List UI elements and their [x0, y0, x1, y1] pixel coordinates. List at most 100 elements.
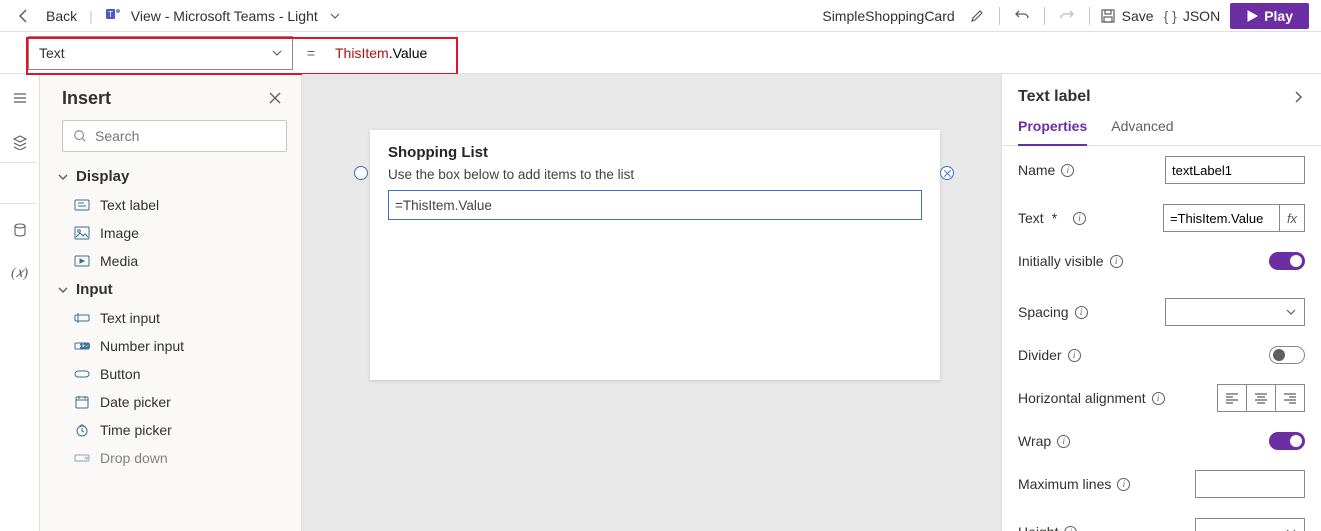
separator: [1089, 7, 1090, 25]
selection-move-handle[interactable]: [354, 166, 368, 180]
item-image[interactable]: Image: [40, 219, 301, 247]
redo-button[interactable]: [1055, 4, 1079, 28]
item-label: Image: [100, 225, 139, 241]
info-icon[interactable]: i: [1110, 255, 1123, 268]
save-label: Save: [1122, 8, 1154, 24]
label: Horizontal alignment: [1018, 390, 1146, 406]
text-input[interactable]: [1163, 204, 1279, 232]
equals-icon: =: [299, 45, 323, 61]
wrap-toggle[interactable]: [1269, 432, 1305, 450]
teams-icon: T: [105, 6, 121, 25]
height-select[interactable]: [1195, 518, 1305, 531]
rail-tree-button[interactable]: [8, 86, 32, 110]
properties-panel: Text label Properties Advanced Namei Tex…: [1001, 74, 1321, 531]
chevron-right-icon[interactable]: [1291, 90, 1305, 104]
info-icon[interactable]: i: [1152, 392, 1165, 405]
canvas[interactable]: Shopping List Use the box below to add i…: [302, 74, 1001, 531]
item-date-picker[interactable]: Date picker: [40, 388, 301, 416]
property-name: Text: [39, 45, 65, 61]
item-label: Drop down: [100, 450, 168, 466]
rail-insert-button[interactable]: [8, 174, 32, 198]
braces-icon: { }: [1164, 8, 1177, 24]
close-panel-button[interactable]: [263, 86, 287, 110]
selected-text-label[interactable]: =ThisItem.Value: [388, 190, 922, 220]
separator: [999, 7, 1000, 25]
tab-properties[interactable]: Properties: [1018, 118, 1087, 146]
formula-bar: Text = ThisItem.Value: [0, 32, 1321, 74]
view-dropdown[interactable]: View - Microsoft Teams - Light: [131, 8, 318, 24]
info-icon[interactable]: i: [1075, 306, 1088, 319]
card-subtitle-text: Use the box below to add items to the li…: [388, 167, 634, 182]
prop-divider-row: Divideri: [1002, 336, 1321, 374]
selection-delete-handle[interactable]: [940, 166, 954, 180]
label: Initially visible: [1018, 253, 1104, 269]
play-button[interactable]: Play: [1230, 3, 1309, 29]
rail-layers-button[interactable]: [8, 130, 32, 154]
item-number-input[interactable]: 123 Number input: [40, 332, 301, 360]
maxlines-input[interactable]: [1195, 470, 1305, 498]
group-input[interactable]: Input: [40, 275, 301, 304]
app-name: SimpleShoppingCard: [822, 8, 954, 24]
group-display[interactable]: Display: [40, 162, 301, 191]
align-left-button[interactable]: [1217, 384, 1247, 412]
search-field[interactable]: [95, 128, 276, 144]
divider-toggle[interactable]: [1269, 346, 1305, 364]
rail-data-button[interactable]: [8, 218, 32, 242]
dropdown-icon: [74, 450, 90, 466]
visible-toggle[interactable]: [1269, 252, 1305, 270]
align-right-button[interactable]: [1275, 384, 1305, 412]
formula-input[interactable]: ThisItem.Value: [329, 36, 467, 70]
button-icon: [74, 366, 90, 382]
fx-button[interactable]: fx: [1279, 204, 1305, 232]
json-button[interactable]: { } JSON: [1164, 8, 1221, 24]
align-center-button[interactable]: [1246, 384, 1276, 412]
required-star: *: [1052, 210, 1057, 226]
info-icon[interactable]: i: [1073, 212, 1086, 225]
search-input[interactable]: [62, 120, 287, 152]
prop-visible-row: Initially visible i: [1002, 242, 1321, 280]
rail-variables-button[interactable]: (𝑥): [8, 262, 32, 286]
name-input[interactable]: [1165, 156, 1305, 184]
item-label: Text input: [100, 310, 160, 326]
info-icon[interactable]: i: [1064, 526, 1077, 531]
item-media[interactable]: Media: [40, 247, 301, 275]
info-icon[interactable]: i: [1061, 164, 1074, 177]
group-label: Display: [76, 168, 129, 185]
item-text-label[interactable]: Text label: [40, 191, 301, 219]
text-input-icon: [74, 310, 90, 326]
clock-icon: [74, 422, 90, 438]
item-label: Text label: [100, 197, 159, 213]
prop-text-row: Text* i fx: [1002, 194, 1321, 242]
value-text: =ThisItem.Value: [395, 198, 492, 213]
item-label: Number input: [100, 338, 184, 354]
play-label: Play: [1264, 8, 1293, 24]
item-time-picker[interactable]: Time picker: [40, 416, 301, 444]
item-text-input[interactable]: Text input: [40, 304, 301, 332]
property-dropdown[interactable]: Text: [28, 36, 293, 70]
spacing-select[interactable]: [1165, 298, 1305, 326]
edit-name-button[interactable]: [965, 4, 989, 28]
prop-height-row: Height i: [1002, 508, 1321, 531]
insert-panel: Insert Display Text label Image Media In…: [40, 74, 302, 531]
formula-token-thisitem: ThisItem: [335, 45, 389, 61]
save-button[interactable]: Save: [1100, 8, 1154, 24]
undo-button[interactable]: [1010, 4, 1034, 28]
search-icon: [73, 129, 87, 143]
formula-token-value: .Value: [389, 45, 428, 61]
back-button[interactable]: [12, 4, 36, 28]
shopping-card[interactable]: Shopping List Use the box below to add i…: [370, 130, 940, 380]
prop-name-row: Namei: [1002, 146, 1321, 194]
info-icon[interactable]: i: [1057, 435, 1070, 448]
item-button[interactable]: Button: [40, 360, 301, 388]
item-drop-down[interactable]: Drop down: [40, 444, 301, 472]
number-input-icon: 123: [74, 338, 90, 354]
back-label: Back: [46, 8, 77, 24]
label: Wrap: [1018, 433, 1051, 449]
tab-advanced[interactable]: Advanced: [1111, 118, 1173, 145]
label: Height: [1018, 524, 1058, 531]
prop-spacing-row: Spacingi: [1002, 288, 1321, 336]
media-icon: [74, 253, 90, 269]
info-icon[interactable]: i: [1068, 349, 1081, 362]
label: Maximum lines: [1018, 476, 1111, 492]
info-icon[interactable]: i: [1117, 478, 1130, 491]
